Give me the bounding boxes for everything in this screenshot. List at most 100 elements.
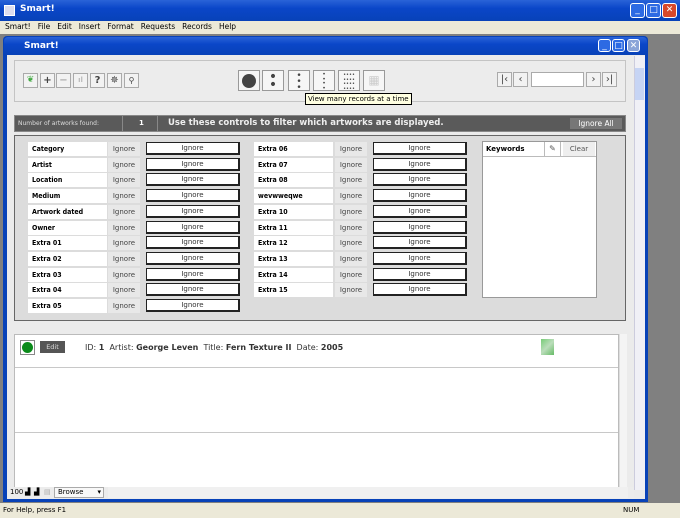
filter-ignore-toggle[interactable]: Ignore (108, 220, 140, 235)
artwork-thumbnail[interactable] (541, 339, 554, 355)
filter-ignore-toggle[interactable]: Ignore (108, 142, 140, 156)
status-area-toggle-icon[interactable]: ▤ (44, 488, 51, 496)
menu-smart[interactable]: Smart! (5, 22, 31, 31)
filter-ignore-toggle[interactable]: Ignore (108, 204, 140, 219)
filter-value-button[interactable]: Ignore (373, 204, 467, 218)
filter-value-button[interactable]: Ignore (146, 157, 240, 171)
previous-record-button[interactable]: ‹ (513, 72, 528, 87)
zoom-level[interactable]: 100 (10, 488, 23, 496)
filter-value-button[interactable]: Ignore (146, 142, 240, 155)
menu-file[interactable]: File (38, 22, 51, 31)
filter-ignore-toggle[interactable]: Ignore (108, 173, 140, 188)
chart-icon[interactable]: ıl (73, 73, 88, 88)
mode-select[interactable]: Browse ▾ (54, 487, 104, 498)
bottom-bar: 100 ▟ ▟ ▤ Browse ▾ (8, 487, 634, 499)
view-many-records-button[interactable]: •••• •••• •••• •••• (338, 70, 360, 91)
menu-help[interactable]: Help (219, 22, 236, 31)
minimize-button[interactable]: _ (630, 3, 645, 18)
filter-value-button[interactable]: Ignore (146, 251, 240, 265)
view-grid-button[interactable]: ▦ (363, 70, 385, 91)
menu-requests[interactable]: Requests (141, 22, 175, 31)
filter-ignore-toggle[interactable]: Ignore (335, 157, 367, 172)
filter-ignore-toggle[interactable]: Ignore (108, 283, 140, 298)
view-two-records-button[interactable]: • • (262, 70, 284, 92)
filter-ignore-toggle[interactable]: Ignore (335, 236, 367, 251)
filter-value-button[interactable]: Ignore (373, 251, 467, 265)
maximize-button[interactable]: □ (646, 3, 661, 18)
edit-record-button[interactable]: Edit (40, 341, 65, 353)
filter-ignore-toggle[interactable]: Ignore (108, 251, 140, 266)
next-record-button[interactable]: › (586, 72, 601, 87)
view-four-records-button[interactable]: • • • • (313, 70, 335, 91)
filter-label: Extra 13 (254, 251, 333, 266)
filter-ignore-toggle[interactable]: Ignore (335, 204, 367, 219)
filter-value-button[interactable]: Ignore (373, 189, 467, 203)
filter-label: Extra 06 (254, 142, 333, 156)
filter-value-button[interactable]: Ignore (146, 267, 240, 281)
doc-close-button[interactable]: ✕ (627, 39, 640, 52)
filter-value-button[interactable]: Ignore (373, 283, 467, 297)
vertical-scrollbar[interactable] (634, 56, 645, 490)
horizontal-scrollbar[interactable] (108, 487, 628, 498)
filter-ignore-toggle[interactable]: Ignore (108, 157, 140, 172)
filter-value-button[interactable]: Ignore (146, 283, 240, 297)
view-three-records-button[interactable]: • • • (288, 70, 310, 93)
doc-minimize-button[interactable]: _ (598, 39, 611, 52)
doc-maximize-button[interactable]: □ (612, 39, 625, 52)
filter-label: Category (28, 142, 107, 156)
settings-gear-icon[interactable]: ✵ (107, 73, 122, 88)
filter-value-button[interactable]: Ignore (146, 220, 240, 234)
filter-value-button[interactable]: Ignore (146, 204, 240, 218)
scrollbar-thumb[interactable] (635, 68, 644, 100)
first-record-button[interactable]: |‹ (497, 72, 512, 87)
filter-ignore-toggle[interactable]: Ignore (335, 251, 367, 266)
filter-value-button[interactable]: Ignore (146, 299, 240, 312)
filter-ignore-toggle[interactable]: Ignore (108, 189, 140, 204)
filter-ignore-toggle[interactable]: Ignore (335, 142, 367, 156)
filter-ignore-toggle[interactable]: Ignore (335, 283, 367, 298)
record-title: Fern Texture II (225, 343, 292, 352)
filter-value-button[interactable]: Ignore (146, 189, 240, 203)
filter-label: Extra 01 (28, 236, 107, 251)
filter-value-button[interactable]: Ignore (373, 236, 467, 250)
record-row[interactable] (15, 400, 618, 433)
help-button[interactable]: ? (90, 73, 105, 88)
filter-ignore-toggle[interactable]: Ignore (335, 173, 367, 188)
record-status-indicator[interactable] (20, 340, 35, 355)
menu-insert[interactable]: Insert (79, 22, 101, 31)
record-row[interactable] (15, 367, 618, 401)
filter-ignore-toggle[interactable]: Ignore (335, 189, 367, 204)
zoom-out-icon[interactable]: ▟ (25, 488, 30, 496)
filter-value-button[interactable]: Ignore (146, 236, 240, 250)
filter-ignore-toggle[interactable]: Ignore (108, 267, 140, 282)
filter-ignore-toggle[interactable]: Ignore (108, 299, 140, 313)
record-number-input[interactable] (531, 72, 584, 87)
filter-ignore-toggle[interactable]: Ignore (108, 236, 140, 251)
plant-icon[interactable]: ❦ (23, 73, 38, 88)
filter-value-button[interactable]: Ignore (373, 157, 467, 171)
menu-format[interactable]: Format (107, 22, 133, 31)
keywords-clear-button[interactable]: Clear (563, 142, 595, 156)
filter-value-button[interactable]: Ignore (373, 220, 467, 234)
zoom-in-icon[interactable]: ▟ (34, 488, 39, 496)
close-button[interactable]: ✕ (662, 3, 677, 18)
menu-edit[interactable]: Edit (57, 22, 72, 31)
records-scrollbar[interactable] (619, 334, 627, 487)
add-record-button[interactable]: + (40, 73, 55, 88)
filter-ignore-toggle[interactable]: Ignore (335, 267, 367, 282)
search-icon[interactable]: ⚲ (124, 73, 139, 88)
filter-value-button[interactable]: Ignore (373, 173, 467, 187)
menu-bar: Smart! File Edit Insert Format Requests Record… (0, 21, 680, 34)
delete-record-button[interactable]: − (56, 73, 71, 88)
filter-label: Extra 11 (254, 220, 333, 235)
filter-value-button[interactable]: Ignore (146, 173, 240, 187)
last-record-button[interactable]: ›| (602, 72, 617, 87)
view-one-record-button[interactable] (238, 70, 260, 91)
filter-value-button[interactable]: Ignore (373, 267, 467, 281)
filter-ignore-toggle[interactable]: Ignore (335, 220, 367, 235)
ignore-all-button[interactable]: Ignore All (570, 118, 622, 129)
filter-value-button[interactable]: Ignore (373, 142, 467, 155)
edit-keywords-pencil-icon[interactable]: ✎ (544, 142, 561, 156)
menu-records[interactable]: Records (182, 22, 212, 31)
record-row[interactable] (15, 432, 618, 466)
